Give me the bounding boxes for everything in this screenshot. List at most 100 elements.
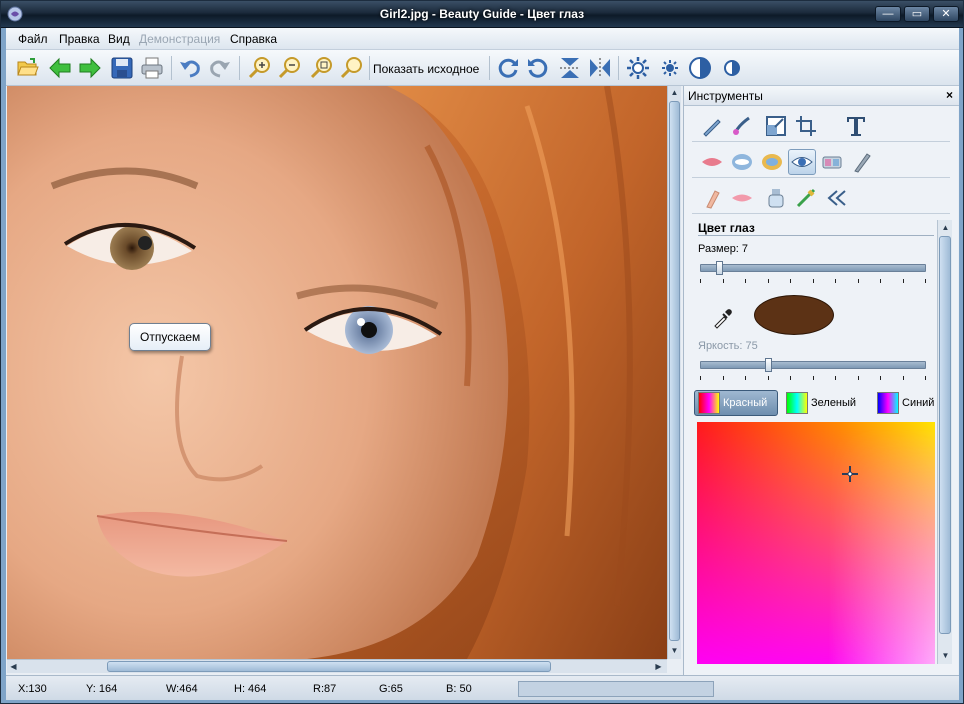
menu-edit[interactable]: Правка xyxy=(59,32,100,46)
scroll-thumb[interactable] xyxy=(669,101,680,641)
brightness-up-icon xyxy=(627,57,649,79)
panel-close-button[interactable]: × xyxy=(946,88,953,102)
redo-button[interactable] xyxy=(206,54,234,82)
tool-resize[interactable] xyxy=(762,113,790,139)
tool-pencil[interactable] xyxy=(698,113,726,139)
brightness-down-button[interactable] xyxy=(656,54,684,82)
eyedropper-icon[interactable] xyxy=(712,307,734,329)
green-channel-swatch-icon xyxy=(786,392,808,414)
title-bar[interactable]: Girl2.jpg - Beauty Guide - Цвет глаз — ▭… xyxy=(1,1,963,28)
brightness-slider[interactable] xyxy=(700,358,926,372)
tools-panel: Инструменты × Цвет глаз Размер: 7 Яркост… xyxy=(683,86,959,675)
tab-green-channel[interactable]: Зеленый xyxy=(786,390,866,416)
face-photo xyxy=(7,86,667,659)
flip-vertical-button[interactable] xyxy=(556,54,584,82)
status-red: R:87 xyxy=(313,683,337,695)
tool-lips[interactable] xyxy=(698,149,726,175)
color-picker-field[interactable] xyxy=(697,422,935,664)
tool-eyeliner[interactable] xyxy=(848,149,876,175)
zoom-fit-button[interactable] xyxy=(308,54,336,82)
menu-demo[interactable]: Демонстрация xyxy=(139,32,220,46)
scroll-up-arrow-icon[interactable]: ▲ xyxy=(939,221,952,234)
flip-horizontal-button[interactable] xyxy=(586,54,614,82)
menu-file[interactable]: Файл xyxy=(18,32,48,46)
tool-foundation[interactable] xyxy=(762,185,790,211)
brightness-slider-thumb[interactable] xyxy=(765,358,772,372)
maximize-button[interactable]: ▭ xyxy=(904,6,930,22)
tool-lipstick[interactable] xyxy=(728,185,756,211)
slider-tick xyxy=(723,376,724,380)
slider-tick xyxy=(880,376,881,380)
zoom-in-icon xyxy=(248,57,270,79)
tool-brush[interactable] xyxy=(728,113,756,139)
forward-arrow-icon xyxy=(79,57,101,79)
show-original-button[interactable]: Показать исходное xyxy=(373,62,479,76)
zoom-out-button[interactable] xyxy=(276,54,304,82)
contrast-down-button[interactable] xyxy=(718,54,746,82)
tool-row xyxy=(692,146,950,178)
tool-eye-color[interactable] xyxy=(788,149,816,175)
scroll-down-arrow-icon[interactable]: ▼ xyxy=(668,644,681,657)
image-canvas[interactable]: Отпускаем xyxy=(7,86,667,659)
back-arrow-icon xyxy=(49,57,71,79)
back-button[interactable] xyxy=(46,54,74,82)
tool-teeth[interactable] xyxy=(728,149,756,175)
menu-view[interactable]: Вид xyxy=(108,32,130,46)
scroll-up-arrow-icon[interactable]: ▲ xyxy=(668,86,681,99)
mascara-icon xyxy=(796,188,816,208)
open-button[interactable] xyxy=(14,54,42,82)
size-slider[interactable] xyxy=(700,261,926,275)
tab-red-channel[interactable]: Красный xyxy=(694,390,778,416)
crop-icon xyxy=(796,116,816,136)
size-slider-thumb[interactable] xyxy=(716,261,723,275)
toolbar-separator xyxy=(239,56,240,80)
scroll-right-arrow-icon[interactable]: ▶ xyxy=(652,660,665,673)
scroll-thumb[interactable] xyxy=(107,661,551,672)
panel-vertical-scrollbar[interactable]: ▲ ▼ xyxy=(937,220,952,664)
rotate-ccw-button[interactable] xyxy=(524,54,552,82)
window-title: Girl2.jpg - Beauty Guide - Цвет глаз xyxy=(379,7,585,21)
slider-tick xyxy=(925,376,926,380)
tool-back[interactable] xyxy=(822,185,850,211)
contrast-up-button[interactable] xyxy=(686,54,714,82)
tool-text[interactable] xyxy=(842,113,870,139)
status-height: H: 464 xyxy=(234,683,267,695)
rotate-cw-icon xyxy=(498,58,518,78)
eyeshadow-palette-icon xyxy=(822,156,842,169)
status-progress-bar xyxy=(518,681,714,697)
brightness-up-button[interactable] xyxy=(624,54,652,82)
pencil-icon xyxy=(703,119,721,137)
scroll-thumb[interactable] xyxy=(939,236,951,634)
slider-tick xyxy=(700,279,701,283)
close-button[interactable]: ✕ xyxy=(933,6,959,22)
canvas-horizontal-scrollbar[interactable]: ◀ ▶ xyxy=(7,659,667,673)
tab-red-label: Красный xyxy=(723,397,768,409)
resize-icon xyxy=(766,116,786,136)
minimize-button[interactable]: — xyxy=(875,6,901,22)
forward-button[interactable] xyxy=(76,54,104,82)
canvas-vertical-scrollbar[interactable]: ▲ ▼ xyxy=(667,86,681,659)
eye-color-swatch[interactable] xyxy=(754,295,834,335)
brightness-slider-ticks xyxy=(700,376,926,381)
slider-tick xyxy=(745,376,746,380)
slider-tick xyxy=(745,279,746,283)
tooltip: Отпускаем xyxy=(129,323,212,351)
tool-crop[interactable] xyxy=(792,113,820,139)
tool-eyeshadow[interactable] xyxy=(818,149,846,175)
zoom-fit-icon xyxy=(310,57,332,79)
menu-help[interactable]: Справка xyxy=(230,32,277,46)
tool-mascara[interactable] xyxy=(792,185,820,211)
print-icon xyxy=(141,57,163,79)
save-button[interactable] xyxy=(108,54,136,82)
scroll-left-arrow-icon[interactable]: ◀ xyxy=(7,660,20,673)
zoom-actual-button[interactable] xyxy=(338,54,366,82)
slider-tick xyxy=(835,376,836,380)
undo-button[interactable] xyxy=(176,54,204,82)
rotate-cw-button[interactable] xyxy=(494,54,522,82)
app-window: Girl2.jpg - Beauty Guide - Цвет глаз — ▭… xyxy=(0,0,964,704)
tool-cosmetics[interactable] xyxy=(758,149,786,175)
tool-blush[interactable] xyxy=(698,185,726,211)
zoom-in-button[interactable] xyxy=(246,54,274,82)
scroll-down-arrow-icon[interactable]: ▼ xyxy=(939,649,952,662)
print-button[interactable] xyxy=(138,54,166,82)
